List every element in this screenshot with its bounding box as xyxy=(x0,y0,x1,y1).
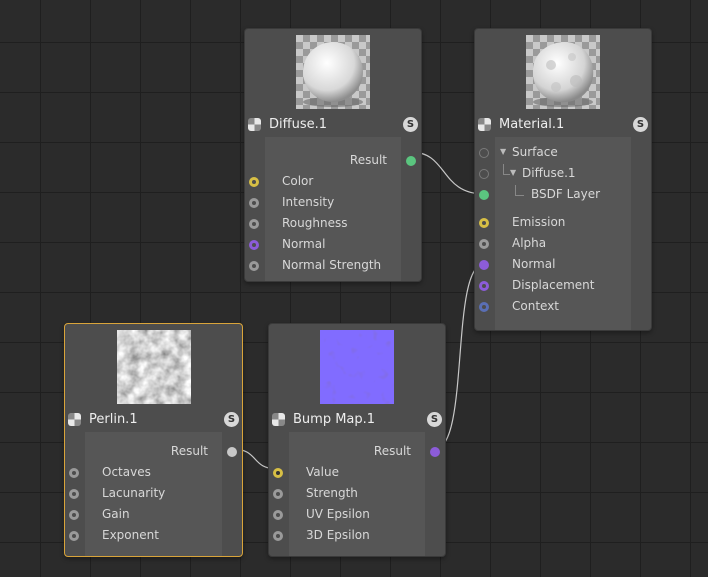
material-preview-thumbnail xyxy=(526,35,600,109)
tree-label-surface[interactable]: Surface xyxy=(512,145,558,159)
input-label-normal: Normal xyxy=(512,257,556,271)
input-label-context: Context xyxy=(512,299,560,313)
diffuse-preview-thumbnail xyxy=(296,35,370,109)
solo-badge-button[interactable]: S xyxy=(427,412,442,427)
input-port-octaves[interactable] xyxy=(69,468,79,478)
input-label-emission: Emission xyxy=(512,215,566,229)
material-node[interactable]: Material.1 S ▼ Surface ▼ Diffuse.1 BSDF … xyxy=(474,28,652,331)
input-port-displacement[interactable] xyxy=(479,281,489,291)
tree-label-bsdf-layer[interactable]: BSDF Layer xyxy=(531,187,600,201)
node-type-icon xyxy=(68,413,81,426)
input-label-color: Color xyxy=(282,174,314,188)
input-port-3d-epsilon[interactable] xyxy=(273,531,283,541)
input-port-normal-strength[interactable] xyxy=(249,261,259,271)
diffuse-node[interactable]: Diffuse.1 S Result Color Intensity Rough… xyxy=(244,28,422,282)
node-type-icon xyxy=(478,118,491,131)
input-port-normal[interactable] xyxy=(249,240,259,250)
input-port-normal[interactable] xyxy=(479,260,489,270)
input-port-alpha[interactable] xyxy=(479,239,489,249)
perlin-preview-thumbnail xyxy=(116,330,191,404)
input-label-intensity: Intensity xyxy=(282,195,335,209)
input-label-value: Value xyxy=(306,465,339,479)
input-port-context[interactable] xyxy=(479,302,489,312)
tree-connector xyxy=(515,185,524,196)
input-label-roughness: Roughness xyxy=(282,216,348,230)
expand-arrow-icon[interactable]: ▼ xyxy=(510,168,516,177)
input-label-3d-epsilon: 3D Epsilon xyxy=(306,528,370,542)
bump-map-preview-thumbnail xyxy=(320,330,394,404)
bump-map-node[interactable]: Bump Map.1 S Result Value Strength UV Ep… xyxy=(268,323,446,557)
perlin-node[interactable]: Perlin.1 S Result Octaves Lacunarity Gai… xyxy=(64,323,243,557)
input-port-emission[interactable] xyxy=(479,218,489,228)
output-label-result: Result xyxy=(373,444,411,458)
solo-badge-button[interactable]: S xyxy=(633,117,648,132)
node-title: Perlin.1 xyxy=(89,412,138,427)
node-title: Bump Map.1 xyxy=(293,412,376,427)
input-label-uv-epsilon: UV Epsilon xyxy=(306,507,370,521)
perlin-header[interactable]: Perlin.1 S xyxy=(65,410,242,432)
output-label-result: Result xyxy=(349,153,387,167)
input-port-roughness[interactable] xyxy=(249,219,259,229)
input-label-lacunarity: Lacunarity xyxy=(102,486,166,500)
tree-connector xyxy=(503,164,510,175)
input-port-uv-epsilon[interactable] xyxy=(273,510,283,520)
input-port-surface[interactable] xyxy=(479,148,489,158)
solo-badge-button[interactable]: S xyxy=(403,117,418,132)
output-port-result[interactable] xyxy=(406,156,416,166)
solo-badge-button[interactable]: S xyxy=(224,412,239,427)
input-port-gain[interactable] xyxy=(69,510,79,520)
input-label-alpha: Alpha xyxy=(512,236,547,250)
input-port-bsdf-layer[interactable] xyxy=(479,190,489,200)
material-header[interactable]: Material.1 S xyxy=(475,115,651,137)
input-port-diffuse-layer[interactable] xyxy=(479,169,489,179)
diffuse-header[interactable]: Diffuse.1 S xyxy=(245,115,421,137)
input-label-displacement: Displacement xyxy=(512,278,595,292)
input-port-color[interactable] xyxy=(249,177,259,187)
input-label-octaves: Octaves xyxy=(102,465,151,479)
node-type-icon xyxy=(272,413,285,426)
output-port-result[interactable] xyxy=(430,447,440,457)
node-type-icon xyxy=(248,118,261,131)
input-label-normal-strength: Normal Strength xyxy=(282,258,382,272)
node-title: Material.1 xyxy=(499,117,565,132)
input-label-gain: Gain xyxy=(102,507,130,521)
tree-label-diffuse[interactable]: Diffuse.1 xyxy=(522,166,576,180)
output-label-result: Result xyxy=(170,444,208,458)
input-port-lacunarity[interactable] xyxy=(69,489,79,499)
input-label-strength: Strength xyxy=(306,486,358,500)
input-label-normal: Normal xyxy=(282,237,326,251)
input-port-intensity[interactable] xyxy=(249,198,259,208)
expand-arrow-icon[interactable]: ▼ xyxy=(500,147,506,156)
bump-map-header[interactable]: Bump Map.1 S xyxy=(269,410,445,432)
output-port-result[interactable] xyxy=(227,447,237,457)
node-title: Diffuse.1 xyxy=(269,117,327,132)
input-port-exponent[interactable] xyxy=(69,531,79,541)
input-port-strength[interactable] xyxy=(273,489,283,499)
input-label-exponent: Exponent xyxy=(102,528,159,542)
input-port-value[interactable] xyxy=(273,468,283,478)
